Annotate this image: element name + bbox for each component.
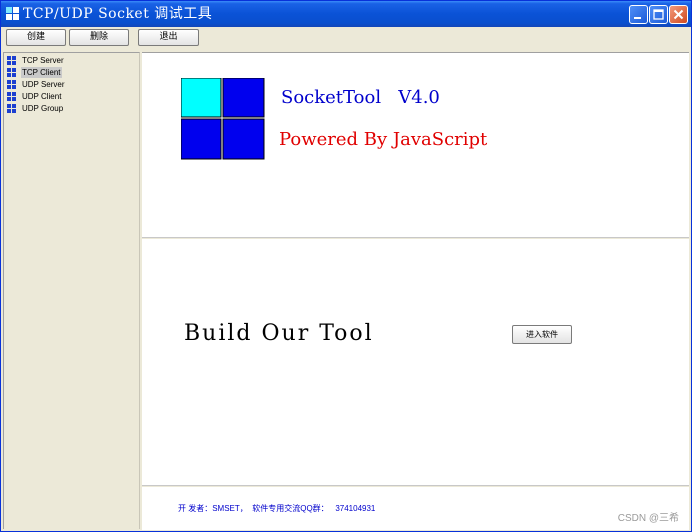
- product-title: SocketTool V4.0: [281, 87, 440, 108]
- tree-node-icon: [7, 80, 16, 89]
- maximize-icon: [653, 9, 664, 20]
- create-button[interactable]: 创建: [6, 29, 66, 46]
- tree-node-icon: [7, 56, 16, 65]
- close-icon: [673, 9, 684, 20]
- slogan-text: Build Our Tool: [184, 321, 374, 346]
- delete-button[interactable]: 删除: [69, 29, 129, 46]
- logo-panel: SocketTool V4.0 Powered By JavaScript: [142, 52, 689, 238]
- exit-button[interactable]: 退出: [138, 29, 199, 46]
- csdn-watermark: CSDN @三希: [617, 513, 679, 524]
- window-title: TCP/UDP Socket 调试工具: [23, 6, 213, 22]
- tree-item-label: UDP Server: [22, 80, 65, 89]
- socket-tool-logo: [181, 78, 265, 160]
- tree-node-icon: [7, 92, 16, 101]
- tree-item-label: TCP Server: [22, 56, 64, 65]
- title-bar[interactable]: TCP/UDP Socket 调试工具: [1, 1, 691, 27]
- enter-software-button[interactable]: 进入软件: [512, 325, 572, 344]
- app-window: TCP/UDP Socket 调试工具 创建 删除 退出 TCP Server …: [0, 0, 692, 532]
- developer-info: 开 发者：SMSET， 软件专用交流QQ群： 374104931: [178, 504, 376, 513]
- close-button[interactable]: [669, 5, 688, 24]
- tree-node-icon: [7, 68, 16, 77]
- footer-panel: 开 发者：SMSET， 软件专用交流QQ群： 374104931 CSDN @三…: [142, 487, 689, 530]
- tree-node-icon: [7, 104, 16, 113]
- tree-item-label: UDP Group: [22, 104, 64, 113]
- app-icon: [6, 7, 19, 20]
- maximize-button[interactable]: [649, 5, 668, 24]
- minimize-icon: [634, 17, 641, 19]
- toolbar: 创建 删除 退出: [1, 27, 691, 49]
- tree-item-label: TCP Client: [21, 67, 62, 78]
- product-subtitle: Powered By JavaScript: [279, 129, 488, 150]
- connection-tree[interactable]: TCP Server TCP Client UDP Server UDP Cli…: [3, 52, 140, 529]
- minimize-button[interactable]: [629, 5, 648, 24]
- tree-item-label: UDP Client: [22, 92, 62, 101]
- welcome-panel: Build Our Tool 进入软件: [142, 239, 689, 486]
